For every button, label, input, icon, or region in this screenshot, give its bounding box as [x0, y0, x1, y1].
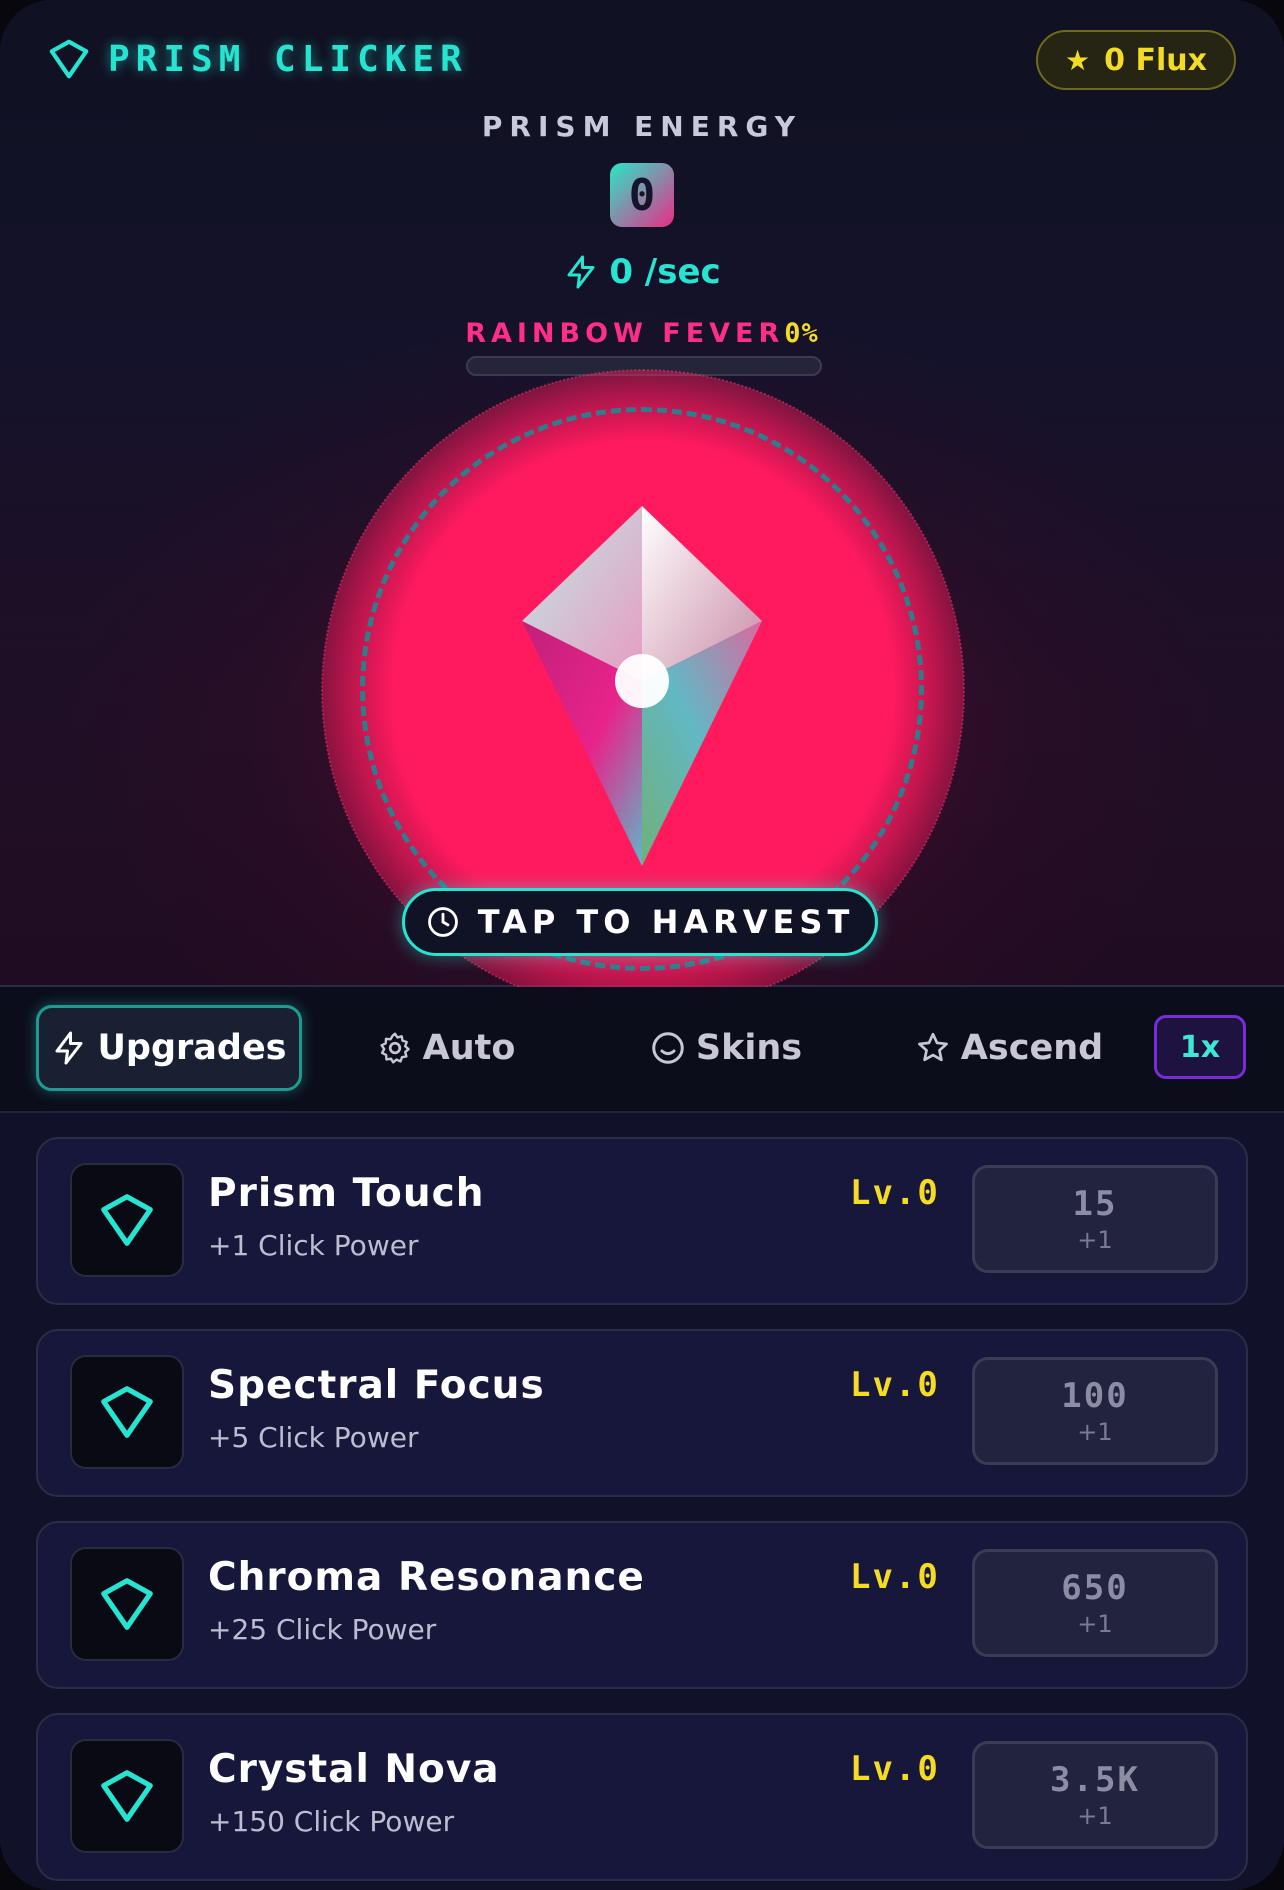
- upgrade-gain: +1: [1077, 1418, 1113, 1446]
- tab-upgrades[interactable]: Upgrades: [36, 1005, 302, 1091]
- smile-icon: [652, 1032, 684, 1064]
- buy-upgrade-button[interactable]: 3.5K +1: [972, 1741, 1218, 1849]
- gem-icon: [49, 39, 89, 79]
- buy-multiplier-button[interactable]: 1x: [1154, 1015, 1246, 1079]
- upgrade-name: Chroma Resonance: [208, 1555, 645, 1600]
- gem-icon: [101, 1194, 153, 1246]
- upgrade-description: +5 Click Power: [208, 1421, 419, 1454]
- upgrade-cost: 3.5K: [1050, 1760, 1140, 1800]
- upgrade-name: Spectral Focus: [208, 1363, 545, 1408]
- upgrade-description: +25 Click Power: [208, 1613, 437, 1646]
- upgrade-cost: 15: [1072, 1184, 1118, 1224]
- clock-icon: [427, 907, 458, 937]
- tab-ascend-label: Ascend: [960, 1028, 1104, 1068]
- app-title: PRISM CLICKER: [108, 38, 468, 80]
- upgrade-gain: +1: [1077, 1610, 1113, 1638]
- harvest-label: TAP TO HARVEST: [477, 903, 855, 941]
- prism-crystal-icon[interactable]: [522, 506, 762, 866]
- flux-badge[interactable]: ★ 0 Flux: [1036, 30, 1236, 90]
- lightning-icon: [55, 1031, 83, 1065]
- upgrade-level: Lv.0: [850, 1365, 940, 1405]
- upgrade-card: Spectral Focus +5 Click Power Lv.0 100 +…: [36, 1329, 1248, 1497]
- upgrade-level: Lv.0: [850, 1557, 940, 1597]
- upgrade-gain: +1: [1077, 1226, 1113, 1254]
- upgrade-icon-frame: [70, 1547, 184, 1661]
- rainbow-fever: RAINBOW FEVER0%: [0, 318, 1284, 349]
- upgrade-description: +150 Click Power: [208, 1805, 455, 1838]
- lightning-icon: [567, 255, 595, 289]
- upgrade-cost: 650: [1061, 1568, 1129, 1608]
- upgrade-icon-frame: [70, 1739, 184, 1853]
- upgrade-card: Chroma Resonance +25 Click Power Lv.0 65…: [36, 1521, 1248, 1689]
- tab-skins-label: Skins: [695, 1028, 803, 1068]
- upgrade-card: Crystal Nova +150 Click Power Lv.0 3.5K …: [36, 1713, 1248, 1881]
- star-icon: [917, 1032, 948, 1062]
- tab-auto-label: Auto: [422, 1028, 516, 1068]
- buy-upgrade-button[interactable]: 650 +1: [972, 1549, 1218, 1657]
- gear-icon: [380, 1032, 410, 1064]
- buy-upgrade-button[interactable]: 100 +1: [972, 1357, 1218, 1465]
- upgrade-gain: +1: [1077, 1802, 1113, 1830]
- fever-label: RAINBOW FEVER: [465, 318, 785, 349]
- tab-auto[interactable]: Auto: [346, 1005, 546, 1091]
- energy-value: 0: [610, 163, 674, 227]
- upgrade-name: Crystal Nova: [208, 1747, 500, 1792]
- flux-amount: 0 Flux: [1104, 42, 1207, 78]
- upgrade-icon-frame: [70, 1163, 184, 1277]
- tab-bar: Upgrades Auto Skins Ascend: [0, 987, 1284, 1113]
- upgrade-level: Lv.0: [850, 1173, 940, 1213]
- upgrade-list: Prism Touch +1 Click Power Lv.0 15 +1 Sp…: [0, 1113, 1284, 1890]
- upgrade-cost: 100: [1061, 1376, 1129, 1416]
- hero-area: PRISM CLICKER ★ 0 Flux PRISM ENERGY 0 0 …: [0, 0, 1284, 1013]
- gem-icon: [101, 1386, 153, 1438]
- energy-rate: 0 /sec: [0, 252, 1284, 292]
- star-icon: ★: [1065, 43, 1091, 77]
- upgrade-description: +1 Click Power: [208, 1229, 419, 1262]
- energy-rate-text: 0 /sec: [609, 252, 721, 292]
- tab-upgrades-label: Upgrades: [97, 1028, 287, 1068]
- energy-label: PRISM ENERGY: [481, 110, 803, 143]
- gem-icon: [101, 1770, 153, 1822]
- gem-icon: [101, 1578, 153, 1630]
- tab-skins[interactable]: Skins: [626, 1005, 826, 1091]
- upgrade-level: Lv.0: [850, 1749, 940, 1789]
- upgrade-icon-frame: [70, 1355, 184, 1469]
- logo: PRISM CLICKER: [46, 36, 468, 82]
- fever-percent: 0%: [784, 318, 819, 349]
- buy-upgrade-button[interactable]: 15 +1: [972, 1165, 1218, 1273]
- game-screen: PRISM CLICKER ★ 0 Flux PRISM ENERGY 0 0 …: [0, 0, 1284, 1890]
- tab-ascend[interactable]: Ascend: [906, 1005, 1112, 1091]
- upgrade-card: Prism Touch +1 Click Power Lv.0 15 +1: [36, 1137, 1248, 1305]
- upgrade-name: Prism Touch: [208, 1171, 485, 1216]
- tap-to-harvest-button[interactable]: TAP TO HARVEST: [402, 888, 878, 956]
